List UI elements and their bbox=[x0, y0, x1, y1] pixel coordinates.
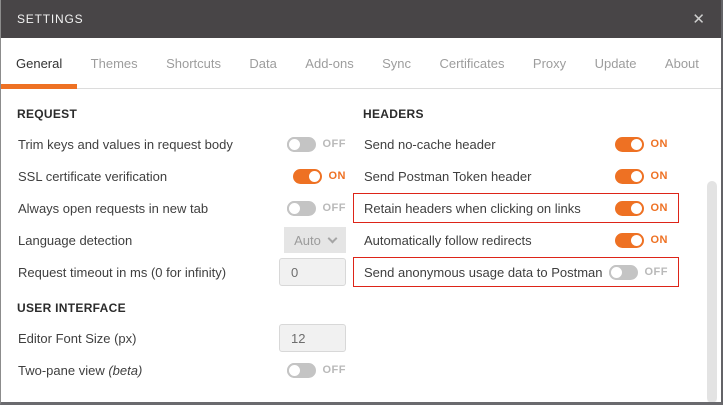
section-title-request: REQUEST bbox=[17, 101, 347, 127]
close-icon[interactable]: ✕ bbox=[692, 12, 705, 27]
toggle-state-label: ON bbox=[651, 234, 669, 246]
trim-keys-toggle-group: OFF bbox=[287, 137, 347, 152]
toggle-knob bbox=[631, 171, 642, 182]
toggle-knob bbox=[631, 139, 642, 150]
right-column: HEADERS Send no-cache header ON Send Pos… bbox=[353, 101, 679, 289]
tab-about[interactable]: About bbox=[665, 56, 699, 71]
two-pane-view-toggle[interactable] bbox=[287, 363, 316, 378]
usage-data-toggle-group: OFF bbox=[609, 265, 669, 280]
tab-shortcuts[interactable]: Shortcuts bbox=[166, 56, 221, 71]
scrollbar-track[interactable] bbox=[707, 181, 717, 405]
settings-row-usage-data: Send anonymous usage data to Postman OFF bbox=[353, 257, 679, 287]
toggle-state-label: ON bbox=[651, 202, 669, 214]
settings-row-postman-token: Send Postman Token header ON bbox=[353, 161, 679, 191]
section-title-user-interface: USER INTERFACE bbox=[17, 295, 347, 321]
new-tab-toggle-group: OFF bbox=[287, 201, 347, 216]
row-label: Trim keys and values in request body bbox=[18, 137, 233, 152]
toggle-state-label: ON bbox=[651, 138, 669, 150]
row-label: SSL certificate verification bbox=[18, 169, 167, 184]
chevron-down-icon bbox=[327, 233, 337, 243]
settings-content: REQUEST Trim keys and values in request … bbox=[1, 89, 721, 404]
section-title-headers: HEADERS bbox=[353, 101, 679, 127]
row-label: Automatically follow redirects bbox=[364, 233, 532, 248]
settings-row-retain-headers: Retain headers when clicking on links ON bbox=[353, 193, 679, 223]
row-label: Always open requests in new tab bbox=[18, 201, 208, 216]
left-column: REQUEST Trim keys and values in request … bbox=[17, 101, 347, 387]
new-tab-toggle[interactable] bbox=[287, 201, 316, 216]
toggle-knob bbox=[631, 203, 642, 214]
trim-keys-toggle[interactable] bbox=[287, 137, 316, 152]
settings-row-editor-font-size: Editor Font Size (px) bbox=[17, 323, 347, 353]
language-detection-select[interactable]: Auto bbox=[284, 227, 346, 253]
toggle-state-label: ON bbox=[651, 170, 669, 182]
row-label: Two-pane view (beta) bbox=[18, 363, 142, 378]
settings-row-request-timeout: Request timeout in ms (0 for infinity) bbox=[17, 257, 347, 287]
tab-sync[interactable]: Sync bbox=[382, 56, 411, 71]
settings-row-language-detection: Language detection Auto bbox=[17, 225, 347, 255]
toggle-knob bbox=[287, 201, 302, 216]
toggle-state-label: OFF bbox=[323, 202, 347, 214]
toggle-knob bbox=[287, 137, 302, 152]
tab-themes[interactable]: Themes bbox=[91, 56, 138, 71]
row-label: Request timeout in ms (0 for infinity) bbox=[18, 265, 226, 280]
two-pane-view-toggle-group: OFF bbox=[287, 363, 347, 378]
tab-addons[interactable]: Add-ons bbox=[305, 56, 353, 71]
follow-redirects-toggle[interactable] bbox=[615, 233, 644, 248]
ssl-verification-toggle-group: ON bbox=[293, 169, 347, 184]
row-label: Send anonymous usage data to Postman bbox=[364, 265, 603, 280]
no-cache-toggle-group: ON bbox=[615, 137, 669, 152]
toggle-state-label: OFF bbox=[323, 364, 347, 376]
retain-headers-toggle[interactable] bbox=[615, 201, 644, 216]
tab-update[interactable]: Update bbox=[595, 56, 637, 71]
editor-font-size-input[interactable] bbox=[279, 324, 346, 352]
postman-token-toggle[interactable] bbox=[615, 169, 644, 184]
titlebar: SETTINGS ✕ bbox=[1, 0, 721, 38]
tabbar: General Themes Shortcuts Data Add-ons Sy… bbox=[1, 38, 721, 89]
retain-headers-toggle-group: ON bbox=[615, 201, 669, 216]
settings-row-two-pane-view: Two-pane view (beta) OFF bbox=[17, 355, 347, 385]
scrollbar-thumb[interactable] bbox=[707, 181, 717, 403]
postman-token-toggle-group: ON bbox=[615, 169, 669, 184]
beta-tag: (beta) bbox=[108, 363, 142, 378]
row-label: Retain headers when clicking on links bbox=[364, 201, 581, 216]
settings-row-trim-keys: Trim keys and values in request body OFF bbox=[17, 129, 347, 159]
tab-certificates[interactable]: Certificates bbox=[439, 56, 504, 71]
settings-row-follow-redirects: Automatically follow redirects ON bbox=[353, 225, 679, 255]
settings-row-no-cache: Send no-cache header ON bbox=[353, 129, 679, 159]
settings-dialog: SETTINGS ✕ General Themes Shortcuts Data… bbox=[0, 0, 723, 405]
tab-general[interactable]: General bbox=[16, 56, 62, 71]
toggle-knob bbox=[309, 171, 320, 182]
selected-option: Auto bbox=[294, 233, 321, 248]
toggle-knob bbox=[287, 363, 302, 378]
no-cache-toggle[interactable] bbox=[615, 137, 644, 152]
row-label: Send Postman Token header bbox=[364, 169, 531, 184]
usage-data-toggle[interactable] bbox=[609, 265, 638, 280]
toggle-state-label: ON bbox=[329, 170, 347, 182]
settings-row-ssl-verification: SSL certificate verification ON bbox=[17, 161, 347, 191]
request-timeout-input[interactable] bbox=[279, 258, 346, 286]
row-label: Editor Font Size (px) bbox=[18, 331, 137, 346]
tab-data[interactable]: Data bbox=[249, 56, 276, 71]
toggle-state-label: OFF bbox=[323, 138, 347, 150]
follow-redirects-toggle-group: ON bbox=[615, 233, 669, 248]
settings-row-new-tab: Always open requests in new tab OFF bbox=[17, 193, 347, 223]
toggle-state-label: OFF bbox=[645, 266, 669, 278]
dialog-title: SETTINGS bbox=[17, 12, 83, 26]
ssl-verification-toggle[interactable] bbox=[293, 169, 322, 184]
row-label: Send no-cache header bbox=[364, 137, 496, 152]
row-label: Language detection bbox=[18, 233, 132, 248]
toggle-knob bbox=[609, 265, 624, 280]
toggle-knob bbox=[631, 235, 642, 246]
tab-proxy[interactable]: Proxy bbox=[533, 56, 566, 71]
